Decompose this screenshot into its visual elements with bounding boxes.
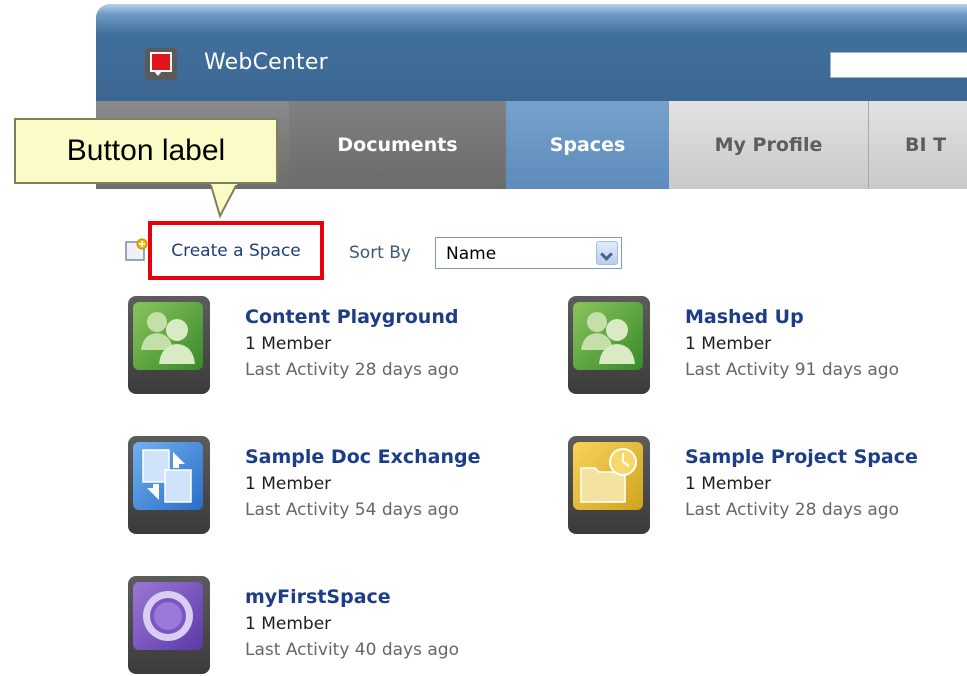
space-members: 1 Member [245, 334, 332, 354]
tab-my-profile[interactable]: My Profile [669, 101, 869, 189]
space-name-link[interactable]: Sample Project Space [685, 446, 918, 468]
space-card[interactable]: Sample Project Space 1 Member Last Activ… [568, 436, 967, 536]
space-name-link[interactable]: Sample Doc Exchange [245, 446, 480, 468]
app-title: WebCenter [204, 50, 328, 75]
space-card[interactable]: myFirstSpace 1 Member Last Activity 40 d… [128, 576, 548, 676]
tab-spaces[interactable]: Spaces [506, 101, 669, 189]
project-folder-icon[interactable] [568, 436, 650, 534]
space-members: 1 Member [685, 334, 772, 354]
tab-documents[interactable]: Documents [289, 101, 506, 189]
space-name-link[interactable]: Mashed Up [685, 306, 804, 328]
search-input[interactable] [830, 52, 967, 78]
space-last-activity: Last Activity 28 days ago [245, 360, 459, 380]
create-space-icon [125, 238, 148, 261]
sort-selected-value: Name [446, 244, 497, 264]
group-icon[interactable] [128, 296, 210, 394]
annotation-callout: Button label [14, 118, 278, 184]
space-card[interactable]: Content Playground 1 Member Last Activit… [128, 296, 548, 396]
space-card[interactable]: Sample Doc Exchange 1 Member Last Activi… [128, 436, 548, 536]
sort-by-label: Sort By [349, 243, 411, 263]
space-last-activity: Last Activity 28 days ago [685, 500, 899, 520]
header-bar: WebCenter [96, 4, 967, 101]
create-space-button[interactable]: Create a Space [148, 221, 324, 280]
webcenter-logo-icon [145, 48, 177, 80]
space-members: 1 Member [685, 474, 772, 494]
space-name-link[interactable]: myFirstSpace [245, 586, 391, 608]
space-last-activity: Last Activity 91 days ago [685, 360, 899, 380]
space-card[interactable]: Mashed Up 1 Member Last Activity 91 days… [568, 296, 967, 396]
tab-bi[interactable]: BI T [869, 101, 967, 189]
sort-by-select[interactable]: Name [435, 237, 622, 269]
space-name-link[interactable]: Content Playground [245, 306, 458, 328]
space-members: 1 Member [245, 474, 332, 494]
space-last-activity: Last Activity 40 days ago [245, 640, 459, 660]
document-exchange-icon[interactable] [128, 436, 210, 534]
space-members: 1 Member [245, 614, 332, 634]
chevron-down-icon[interactable] [596, 241, 618, 265]
group-icon[interactable] [568, 296, 650, 394]
ring-icon[interactable] [128, 576, 210, 674]
space-last-activity: Last Activity 54 days ago [245, 500, 459, 520]
